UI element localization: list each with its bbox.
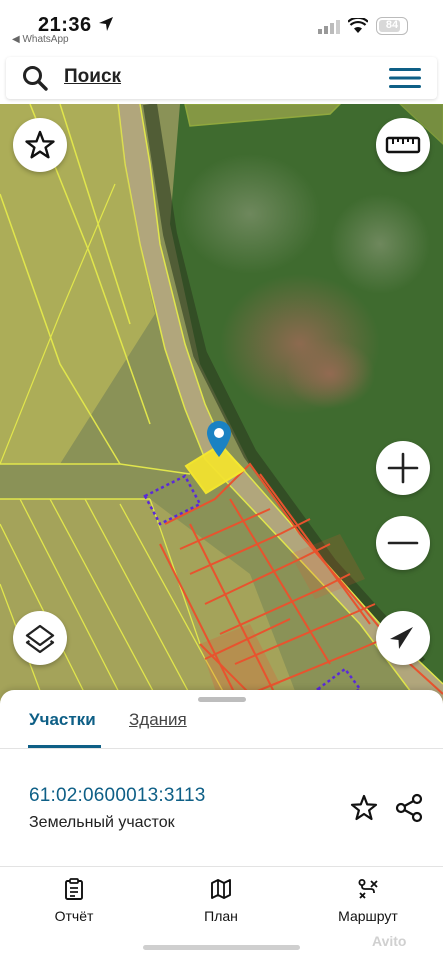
divider bbox=[0, 748, 443, 749]
location-pin-icon[interactable] bbox=[206, 420, 232, 458]
back-to-app-link[interactable]: ◀ WhatsApp bbox=[12, 34, 69, 45]
tab-buildings[interactable]: Здания bbox=[129, 710, 187, 730]
parcel-type: Земельный участок bbox=[29, 814, 175, 831]
cadastral-number[interactable]: 61:02:0600013:3113 bbox=[29, 785, 206, 807]
home-indicator bbox=[143, 945, 300, 950]
battery-percent: 84 bbox=[385, 19, 399, 31]
route-icon bbox=[358, 879, 378, 899]
measure-button[interactable] bbox=[376, 118, 430, 172]
layers-button[interactable] bbox=[13, 611, 67, 665]
plan-label: План bbox=[204, 908, 238, 924]
layers-icon bbox=[25, 624, 55, 654]
navigation-arrow-icon bbox=[390, 627, 413, 649]
avito-watermark: Avito bbox=[372, 933, 407, 949]
location-arrow-icon bbox=[99, 17, 113, 31]
tab-parcels[interactable]: Участки bbox=[29, 710, 96, 730]
search-icon[interactable] bbox=[22, 65, 48, 91]
report-label: Отчёт bbox=[54, 908, 94, 924]
report-icon bbox=[65, 878, 83, 900]
signal-icon bbox=[318, 20, 340, 34]
zoom-in-icon bbox=[387, 452, 419, 484]
share-icon[interactable] bbox=[395, 793, 423, 823]
my-location-button[interactable] bbox=[376, 611, 430, 665]
route-label: Маршрут bbox=[338, 908, 398, 924]
menu-icon[interactable] bbox=[389, 67, 421, 89]
battery-icon: 84 bbox=[376, 17, 408, 35]
search-bar[interactable]: Поиск bbox=[6, 57, 437, 99]
star-icon bbox=[25, 130, 55, 159]
panel-drag-handle[interactable] bbox=[198, 697, 246, 702]
zoom-out-button[interactable] bbox=[376, 516, 430, 570]
zoom-out-icon bbox=[387, 541, 419, 545]
divider bbox=[0, 866, 443, 867]
ruler-icon bbox=[385, 136, 421, 154]
zoom-in-button[interactable] bbox=[376, 441, 430, 495]
report-button[interactable]: Отчёт bbox=[19, 878, 129, 924]
map-view[interactable] bbox=[0, 104, 443, 704]
favorite-button[interactable] bbox=[13, 118, 67, 172]
search-label[interactable]: Поиск bbox=[64, 66, 121, 88]
star-icon[interactable] bbox=[350, 794, 378, 822]
wifi-icon bbox=[348, 18, 368, 33]
plan-button[interactable]: План bbox=[166, 878, 276, 924]
map-plan-icon bbox=[211, 879, 231, 899]
route-button[interactable]: Маршрут bbox=[313, 878, 423, 924]
status-bar: 21:36 ◀ WhatsApp 84 bbox=[0, 0, 443, 56]
parcel-info-panel: Участки Здания 61:02:0600013:3113 Земель… bbox=[0, 690, 443, 960]
